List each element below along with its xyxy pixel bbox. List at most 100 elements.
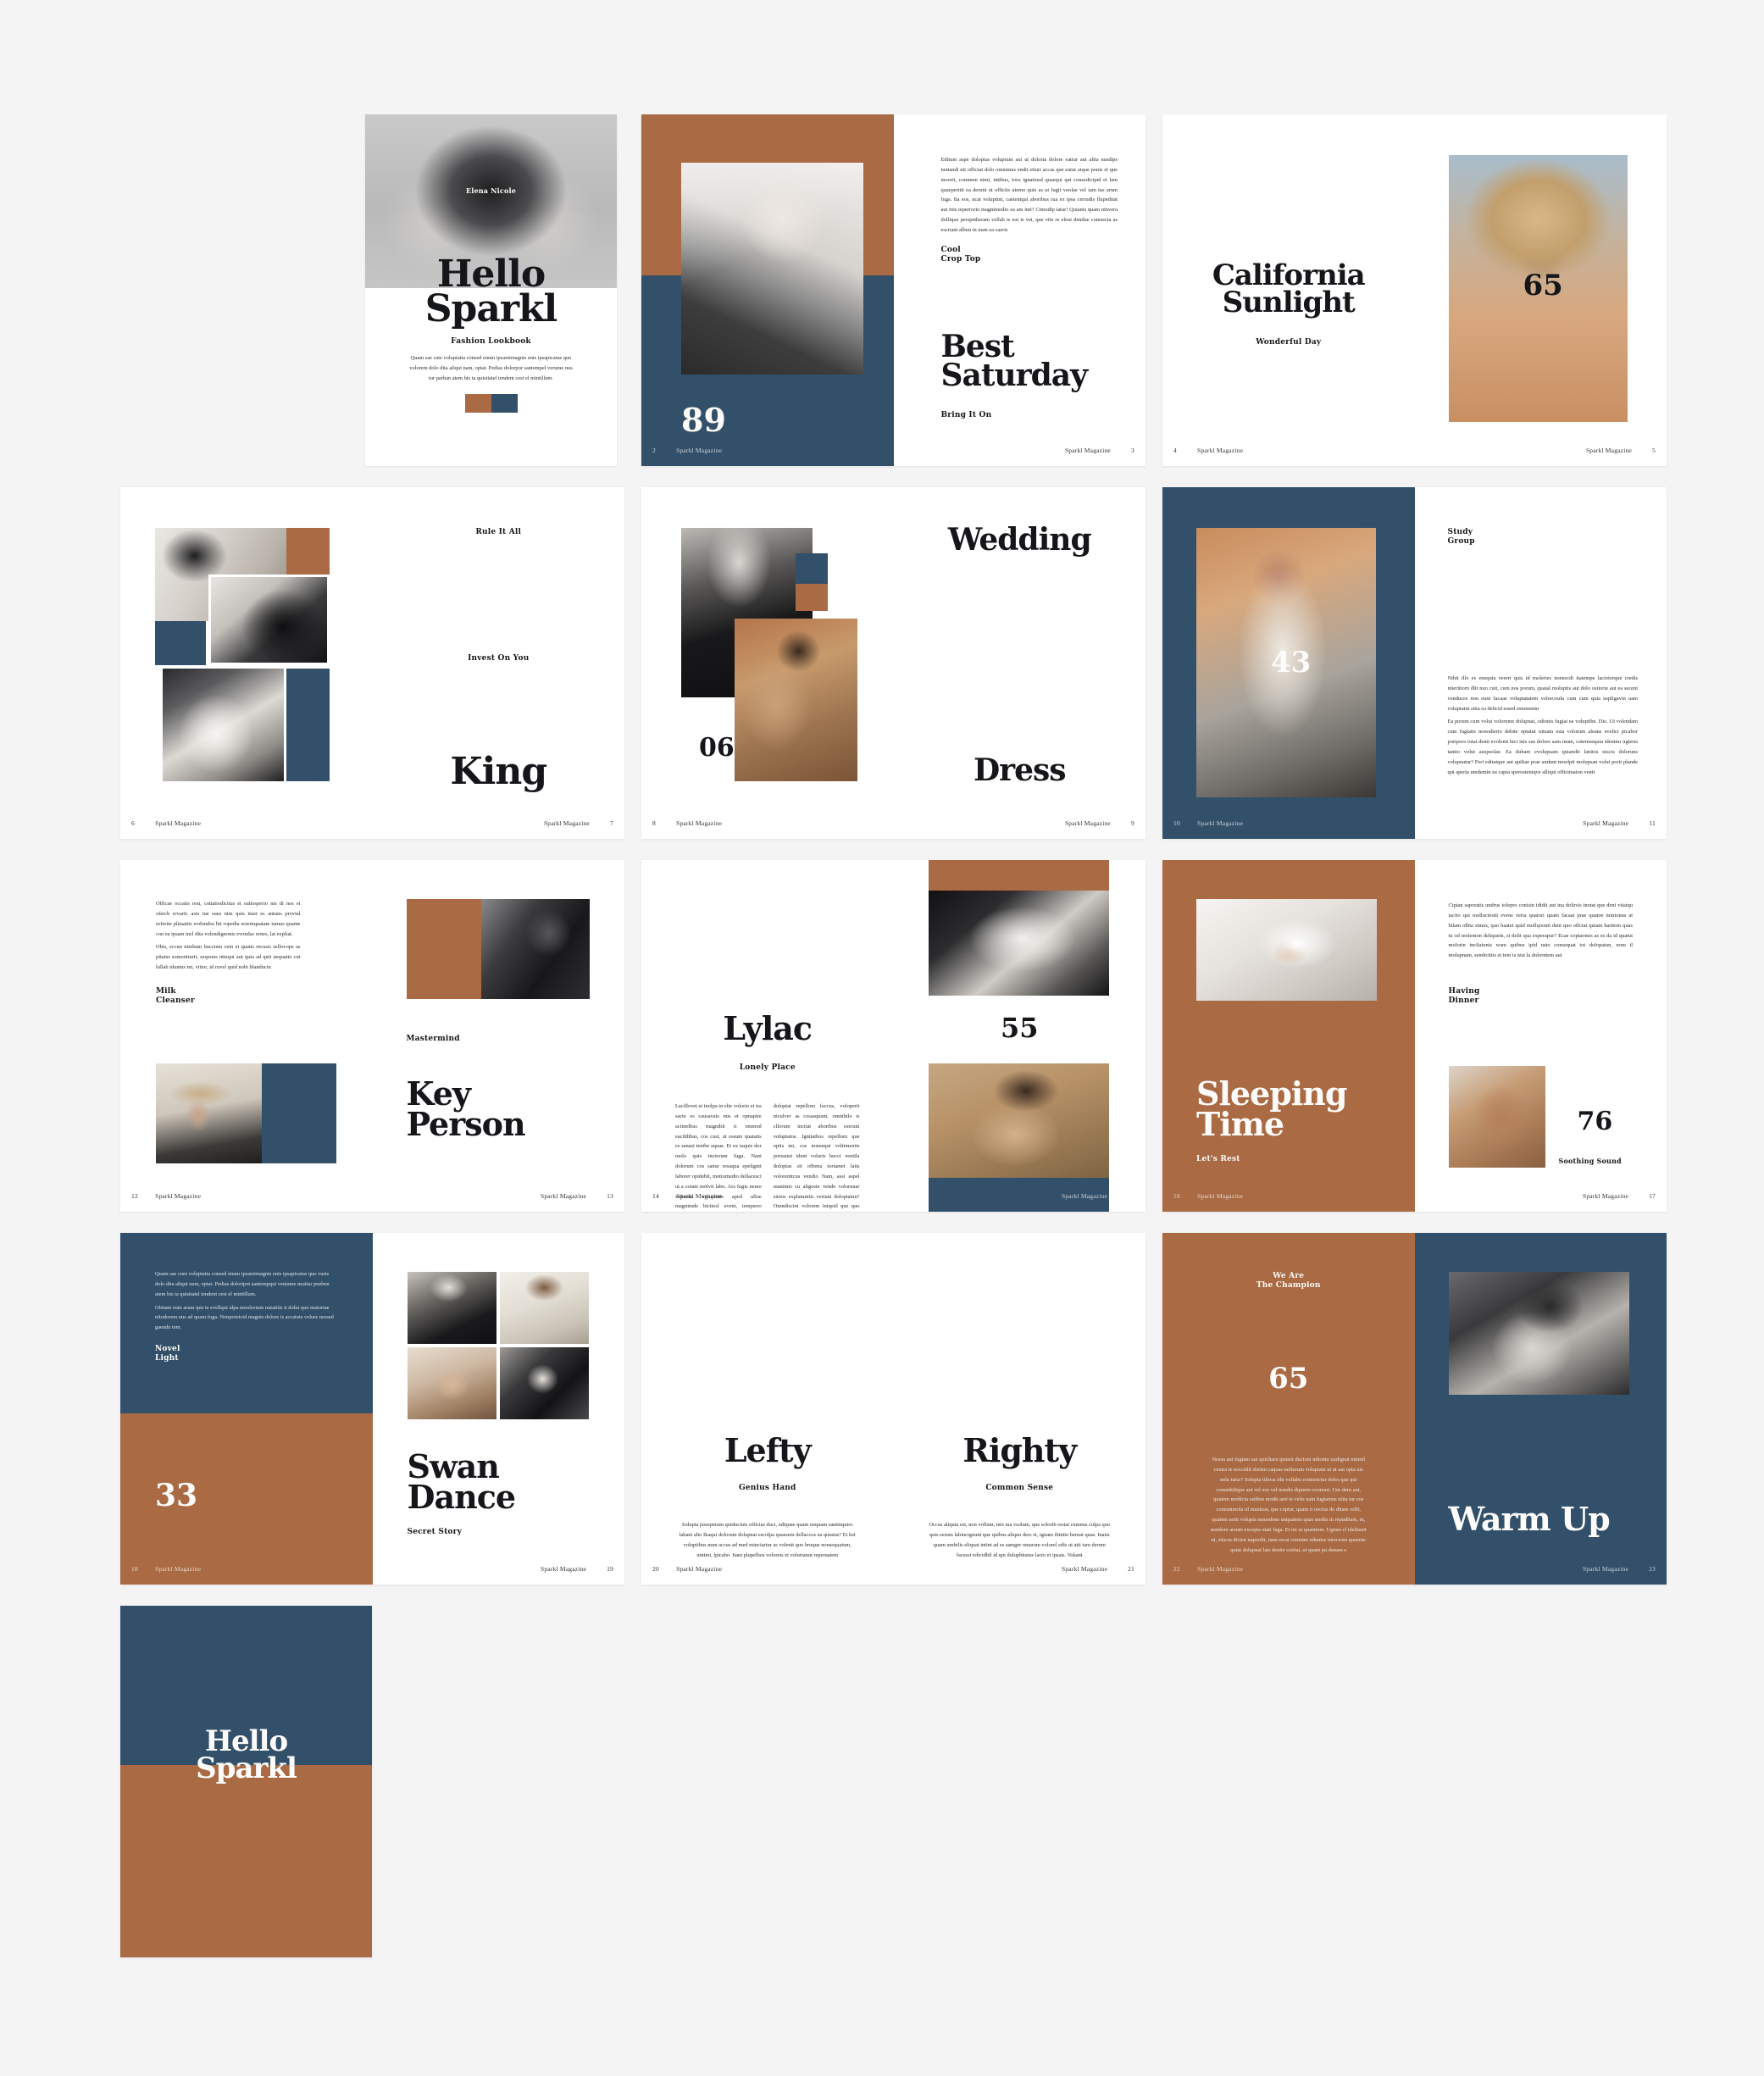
spread-back-cover[interactable]: Hello Sparkl xyxy=(120,1606,372,1957)
spread-key-person[interactable]: Officae occatis rest, cottatiodicitus et… xyxy=(120,860,624,1212)
subtitle-left: Genius Hand xyxy=(739,1484,796,1492)
page-number-left: 20 xyxy=(652,1565,659,1573)
spread-warm-up[interactable]: We Are The Champion 65 Nessu aut fugiam … xyxy=(1162,1233,1667,1585)
photo-tan-suit xyxy=(735,619,857,781)
subtitle-right: Common Sense xyxy=(985,1484,1054,1492)
spread-best-saturday[interactable]: 89 2 Sparkl Magazine Editum aspe dolopta… xyxy=(641,114,1145,466)
spread-number: 55 xyxy=(1000,1012,1039,1044)
photo-grid-3 xyxy=(407,1347,496,1419)
cover-swatch-navy xyxy=(491,394,518,413)
spread-california-sunlight[interactable]: California Sunlight Wonderful Day 4 Spar… xyxy=(1162,114,1667,466)
cover-title: Hello Sparkl xyxy=(365,255,617,328)
footer-right: Sparkl Magazine 23 xyxy=(1415,1565,1667,1575)
cover-page: Elena Nicole Hello Sparkl Fashion Lookbo… xyxy=(365,114,617,466)
footer-title-left: Sparkl Magazine xyxy=(1197,819,1244,827)
footer-title-left: Sparkl Magazine xyxy=(676,819,723,827)
footer-left: 12 Sparkl Magazine xyxy=(120,1192,373,1202)
page-california-left: California Sunlight Wonderful Day 4 Spar… xyxy=(1162,114,1415,466)
photo-leather-coats xyxy=(480,899,590,999)
page-number-right: 19 xyxy=(607,1565,613,1573)
headline-line2: Dress xyxy=(973,752,1067,788)
footer-title-left: Sparkl Magazine xyxy=(1197,447,1244,454)
navy-swatch-a xyxy=(155,621,206,665)
page-best-saturday-right: Editum aspe doloptas volupram aut ut dol… xyxy=(893,114,1145,466)
footer-right: Sparkl Magazine 17 xyxy=(1415,1192,1667,1202)
footer-right: Sparkl Magazine 19 xyxy=(373,1565,625,1575)
kicker-having-dinner: Having Dinner xyxy=(1449,987,1480,1007)
footer-title-left: Sparkl Magazine xyxy=(1197,1565,1244,1573)
spread-number: 06 xyxy=(699,733,735,763)
page-california-right: 65 Sparkl Magazine 5 xyxy=(1414,114,1667,466)
page-number-right: 15 xyxy=(1128,1192,1134,1200)
photo-grid-1 xyxy=(407,1272,496,1344)
footer-title-left: Sparkl Magazine xyxy=(155,1192,202,1200)
footer-left: 16 Sparkl Magazine xyxy=(1162,1192,1415,1202)
kicker-middle: Invest On You xyxy=(468,654,530,663)
body-paragraph-1: Officae occatis rest, cottatiodicitus et… xyxy=(156,901,301,937)
back-cover-page: Hello Sparkl xyxy=(120,1606,372,1957)
headline: Sleeping Time xyxy=(1196,1078,1347,1140)
spread-lylac[interactable]: Lylac Lonely Place Lacillovet et inolpa … xyxy=(641,860,1145,1212)
spread-number: 43 xyxy=(1271,646,1312,680)
spread-sleeping-time[interactable]: Sleeping Time Let's Rest 16 Sparkl Magaz… xyxy=(1162,860,1667,1212)
spread-number: 33 xyxy=(155,1478,198,1513)
page-sleeping-left: Sleeping Time Let's Rest 16 Sparkl Magaz… xyxy=(1162,860,1415,1212)
page-key-person-left: Officae occatis rest, cottatiodicitus et… xyxy=(120,860,373,1212)
kicker-line1: Novel xyxy=(155,1345,180,1353)
spread-king[interactable]: 6 Sparkl Magazine Rule It All Invest On … xyxy=(120,487,624,839)
page-number-left: 4 xyxy=(1173,447,1177,454)
rust-swatch xyxy=(406,899,481,999)
footer-title-left: Sparkl Magazine xyxy=(155,1565,202,1573)
spread-lefty-righty[interactable]: Lefty Genius Hand Solupta poseperum quid… xyxy=(641,1233,1145,1585)
page-number-right: 3 xyxy=(1131,447,1134,454)
page-sleeping-right: Ciptan saporatis undrus tolepro conisin … xyxy=(1414,860,1667,1212)
subtitle: Wonderful Day xyxy=(1256,338,1322,347)
page-number-left: 8 xyxy=(652,819,656,827)
back-cover-title-line2: Sparkl xyxy=(196,1751,297,1785)
page-number-right: 23 xyxy=(1649,1565,1656,1573)
footer-title-right: Sparkl Magazine xyxy=(1583,819,1629,827)
page-number-right: 11 xyxy=(1649,819,1656,827)
headline-line2: Dance xyxy=(407,1477,517,1516)
footer-title-right: Sparkl Magazine xyxy=(1064,819,1111,827)
page-number-left: 10 xyxy=(1173,819,1180,827)
footer-title-right: Sparkl Magazine xyxy=(1585,447,1632,454)
navy-swatch-b xyxy=(286,669,330,781)
headline: Warm Up xyxy=(1448,1500,1611,1538)
footer-right: Sparkl Magazine 13 xyxy=(373,1192,625,1202)
page-number-left: 6 xyxy=(131,819,135,827)
spread-study-group[interactable]: 43 10 Sparkl Magazine Study Group Nihit … xyxy=(1162,487,1667,839)
footer-left: 22 Sparkl Magazine xyxy=(1162,1565,1415,1575)
footer-left: 2 Sparkl Magazine xyxy=(641,447,894,457)
page-number-right: 13 xyxy=(607,1192,613,1200)
cover-credit: Elena Nicole xyxy=(465,186,517,195)
spread-number: 76 xyxy=(1577,1107,1613,1136)
spread-number: 65 xyxy=(1523,269,1563,303)
spread-cover[interactable]: Elena Nicole Hello Sparkl Fashion Lookbo… xyxy=(365,114,617,466)
page-number-right: 17 xyxy=(1649,1192,1656,1200)
body-paragraph-1: Quam sae cum voluptatia consed enum ipsa… xyxy=(155,1271,330,1297)
kicker-line2: Cleanser xyxy=(156,996,195,1006)
footer-left: 10 Sparkl Magazine xyxy=(1162,819,1415,830)
page-study-right: Study Group Nihit illo es enequia vereri… xyxy=(1414,487,1667,839)
page-king-right: Rule It All Invest On You King Sparkl Ma… xyxy=(372,487,624,839)
page-swan-right: Swan Dance Secret Story Sparkl Magazine … xyxy=(372,1233,625,1585)
tagline: Let's Rest xyxy=(1196,1155,1240,1163)
page-number-right: 21 xyxy=(1128,1565,1134,1573)
footer-title-right: Sparkl Magazine xyxy=(1061,1192,1108,1200)
kicker-novel-light: Novel Light xyxy=(155,1345,180,1364)
photo-curly-hair xyxy=(928,1063,1109,1178)
kicker-line1: We Are xyxy=(1273,1272,1305,1280)
kicker-line1: Cool xyxy=(940,246,961,254)
body-copy: Nihit illo es enequia vereri quis id mol… xyxy=(1448,674,1639,777)
spread-swan-dance[interactable]: Quam sae cum voluptatia consed enum ipsa… xyxy=(120,1233,624,1585)
page-number-left: 2 xyxy=(652,447,656,454)
spread-wedding-dress[interactable]: 06 8 Sparkl Magazine Wedding Dress Spark… xyxy=(641,487,1145,839)
rust-band-bottom xyxy=(120,1765,372,1957)
photo-grid-2 xyxy=(499,1272,589,1344)
cover-subtitle: Fashion Lookbook xyxy=(451,337,531,346)
photo-bare-back xyxy=(1448,1066,1545,1168)
page-warm-up-right: Warm Up Sparkl Magazine 23 xyxy=(1414,1233,1667,1585)
page-number-left: 16 xyxy=(1173,1192,1180,1200)
page-righty: Righty Common Sense Occus aliquia est, n… xyxy=(893,1233,1145,1585)
